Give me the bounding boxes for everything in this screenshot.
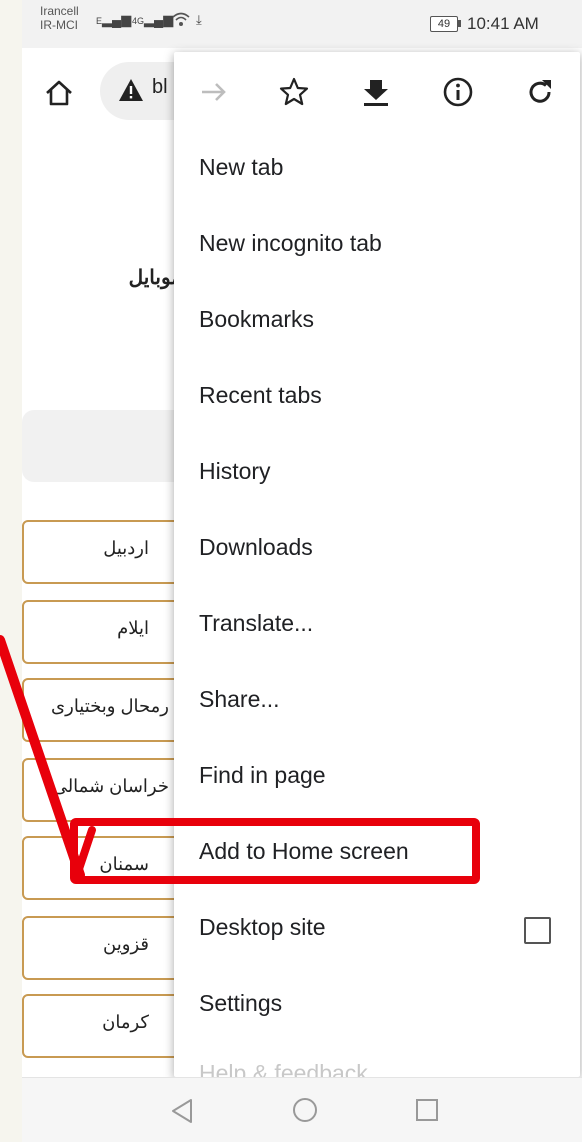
province-label: قزوین: [103, 934, 149, 954]
info-icon[interactable]: [442, 76, 474, 108]
menu-label: Translate...: [199, 610, 314, 636]
province-label: رمحال وبختیاری: [51, 696, 169, 716]
menu-item-help-feedback[interactable]: Help & feedback: [174, 1060, 580, 1077]
signal-icon-2: 4G▂▄▆: [132, 12, 174, 27]
menu-label: Find in page: [199, 762, 326, 788]
menu-label: Share...: [199, 686, 280, 712]
menu-label: Settings: [199, 990, 283, 1016]
carrier-info: Irancell IR-MCI: [40, 4, 79, 32]
menu-label: Desktop site: [199, 914, 326, 940]
status-bar: Irancell IR-MCI E▂▄▆ 4G▂▄▆ ⤓ 49 10:41 AM: [22, 0, 582, 48]
menu-label: History: [199, 458, 271, 484]
phone-screen: Irancell IR-MCI E▂▄▆ 4G▂▄▆ ⤓ 49 10:41 AM…: [22, 0, 582, 1141]
menu-label: Recent tabs: [199, 382, 322, 408]
download-status-icon: ⤓: [196, 12, 202, 27]
signal-icon-1: E▂▄▆: [96, 12, 132, 27]
battery-tip: [458, 20, 461, 27]
network-type-1: E: [96, 16, 103, 26]
province-label: کرمان: [102, 1012, 149, 1032]
back-triangle-icon[interactable]: [170, 1098, 194, 1124]
province-button[interactable]: قزوین: [22, 916, 191, 980]
forward-arrow-icon[interactable]: [198, 76, 230, 108]
province-button[interactable]: اردبیل: [22, 520, 191, 584]
menu-label: New tab: [199, 154, 284, 180]
menu-item-new-incognito-tab[interactable]: New incognito tab: [174, 208, 580, 284]
clock: 10:41 AM: [467, 14, 539, 33]
menu-label: New incognito tab: [199, 230, 382, 256]
wifi-icon: [172, 12, 190, 31]
battery-level: 49: [437, 18, 451, 30]
carrier-name-2: IR-MCI: [40, 18, 78, 32]
menu-item-recent-tabs[interactable]: Recent tabs: [174, 360, 580, 436]
menu-item-find-in-page[interactable]: Find in page: [174, 740, 580, 816]
menu-label: Help & feedback: [199, 1060, 368, 1077]
desktop-site-checkbox[interactable]: [524, 917, 551, 944]
province-button[interactable]: خراسان شمالی: [22, 758, 191, 822]
province-label: اردبیل: [103, 538, 149, 558]
download-icon[interactable]: [360, 76, 392, 108]
url-text[interactable]: bl: [152, 76, 168, 99]
navigation-bar: [22, 1077, 582, 1142]
home-circle-icon[interactable]: [293, 1098, 317, 1122]
carrier-name-1: Irancell: [40, 4, 79, 18]
overflow-menu: New tab New incognito tab Bookmarks Rece…: [174, 52, 580, 1077]
menu-label: Bookmarks: [199, 306, 315, 332]
province-button[interactable]: ایلام: [22, 600, 191, 664]
menu-item-translate[interactable]: Translate...: [174, 588, 580, 664]
annotation-highlight-box: [70, 818, 480, 884]
recents-square-icon[interactable]: [416, 1099, 438, 1121]
province-button[interactable]: کرمان: [22, 994, 191, 1058]
menu-item-history[interactable]: History: [174, 436, 580, 512]
province-button[interactable]: رمحال وبختیاری: [22, 678, 191, 742]
star-bookmark-icon[interactable]: [278, 76, 310, 108]
home-icon[interactable]: [44, 78, 74, 108]
province-label: خراسان شمالی: [52, 776, 169, 796]
menu-label: Downloads: [199, 534, 313, 560]
network-type-2: 4G: [132, 16, 145, 26]
menu-item-new-tab[interactable]: New tab: [174, 132, 580, 208]
menu-item-bookmarks[interactable]: Bookmarks: [174, 284, 580, 360]
menu-item-desktop-site[interactable]: Desktop site: [174, 892, 580, 968]
menu-item-downloads[interactable]: Downloads: [174, 512, 580, 588]
refresh-icon[interactable]: [524, 76, 556, 108]
menu-icon-row: [174, 52, 580, 132]
battery-icon: 49: [430, 16, 458, 32]
menu-item-share[interactable]: Share...: [174, 664, 580, 740]
province-label: ایلام: [117, 618, 149, 638]
menu-item-settings[interactable]: Settings: [174, 968, 580, 1044]
warning-icon[interactable]: [118, 78, 144, 102]
